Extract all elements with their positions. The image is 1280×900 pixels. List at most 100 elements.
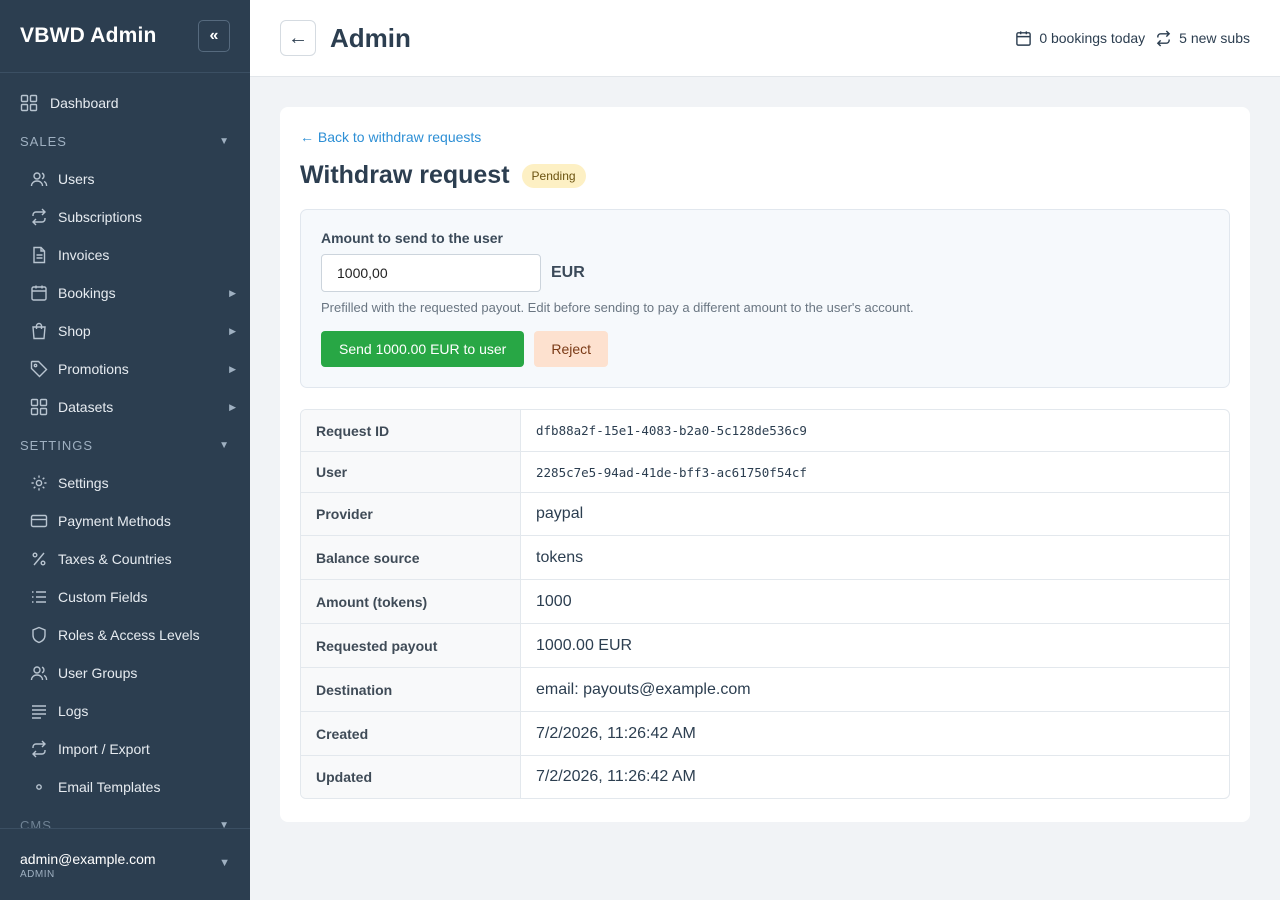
sidebar-item-label: Bookings [58, 285, 116, 301]
section-settings[interactable]: SETTINGS ▼ [0, 426, 250, 464]
sidebar: VBWD Admin « Dashboard SALES ▼ Users Sub… [0, 0, 250, 900]
grid-icon [30, 398, 48, 416]
users-icon [30, 664, 48, 682]
table-row: Amount (tokens) 1000 [301, 579, 1229, 623]
repeat-icon [30, 208, 48, 226]
table-row: Updated 7/2/2026, 11:26:42 AM [301, 755, 1229, 798]
grid-icon [20, 94, 38, 112]
sidebar-item-subscriptions[interactable]: Subscriptions [0, 198, 250, 236]
section-sales[interactable]: SALES ▼ [0, 122, 250, 160]
section-cms[interactable]: CMS ▼ [0, 806, 250, 829]
user-menu[interactable]: admin@example.com ADMIN ▼ [0, 828, 250, 900]
sidebar-item-import-export[interactable]: Import / Export [0, 730, 250, 768]
sidebar-nav: Dashboard SALES ▼ Users Subscriptions In… [0, 73, 250, 828]
table-row: Balance source tokens [301, 535, 1229, 579]
detail-value: 7/2/2026, 11:26:42 AM [536, 768, 696, 785]
payout-panel: Amount to send to the user EUR Prefilled… [300, 209, 1230, 388]
sidebar-item-label: Datasets [58, 399, 114, 415]
sidebar-item-label: Logs [58, 703, 89, 719]
triangle-right-icon: ▶ [229, 287, 236, 298]
double-chevron-left-icon: « [209, 27, 219, 44]
sidebar-item-payment-methods[interactable]: Payment Methods [0, 502, 250, 540]
sidebar-item-label: Custom Fields [58, 589, 148, 605]
sidebar-item-label: Users [58, 171, 95, 187]
detail-key: User [301, 452, 521, 492]
collapse-sidebar-button[interactable]: « [198, 20, 230, 52]
detail-key: Destination [301, 668, 521, 711]
sidebar-item-invoices[interactable]: Invoices [0, 236, 250, 274]
back-button[interactable]: ← [280, 20, 316, 56]
sidebar-item-logs[interactable]: Logs [0, 692, 250, 730]
triangle-down-icon: ▼ [219, 439, 230, 451]
sidebar-item-label: Settings [58, 475, 109, 491]
amount-row: EUR [321, 254, 1209, 292]
users-icon [30, 170, 48, 188]
amount-label: Amount to send to the user [321, 230, 503, 246]
triangle-down-icon: ▼ [219, 819, 230, 829]
sidebar-item-label: Import / Export [58, 741, 150, 757]
action-buttons: Send 1000.00 EUR to user Reject [321, 331, 1209, 367]
table-row: User 2285c7e5-94ad-41de-bff3-ac61750f54c… [301, 451, 1229, 492]
reject-button[interactable]: Reject [534, 331, 609, 367]
dot-icon [30, 778, 48, 796]
triangle-right-icon: ▶ [229, 363, 236, 374]
send-payout-button[interactable]: Send 1000.00 EUR to user [321, 331, 525, 367]
detail-value: 1000 [536, 592, 572, 610]
back-to-withdraw-requests-link[interactable]: ← Back to withdraw requests [300, 129, 481, 145]
detail-key: Balance source [301, 536, 521, 579]
triangle-down-icon: ▼ [219, 135, 230, 147]
bag-icon [30, 322, 48, 340]
credit-card-icon [30, 512, 48, 530]
new-subs-stat[interactable]: 5 new subs [1155, 29, 1250, 47]
bookings-today-stat[interactable]: 0 bookings today [1015, 30, 1145, 47]
section-title: CMS [20, 817, 52, 829]
top-header: ← Admin 0 bookings today 5 new subs [250, 0, 1280, 77]
sidebar-item-email-templates[interactable]: Email Templates [0, 768, 250, 806]
new-subs-label: 5 new subs [1179, 30, 1250, 46]
title-row: Withdraw request Pending [300, 161, 1230, 190]
percent-icon [30, 550, 48, 568]
triangle-down-icon: ▼ [219, 857, 230, 869]
sidebar-item-roles-access[interactable]: Roles & Access Levels [0, 616, 250, 654]
list-icon [30, 588, 48, 606]
calendar-icon [30, 284, 48, 302]
brand-logo[interactable]: VBWD Admin [20, 24, 157, 48]
sidebar-item-label: Payment Methods [58, 513, 171, 529]
sidebar-item-users[interactable]: Users [0, 160, 250, 198]
detail-key: Updated [301, 756, 521, 798]
status-badge: Pending [521, 163, 586, 188]
user-email: admin@example.com [20, 851, 156, 867]
detail-key: Provider [301, 493, 521, 535]
sidebar-item-datasets[interactable]: Datasets ▶ [0, 388, 250, 426]
sidebar-item-promotions[interactable]: Promotions ▶ [0, 350, 250, 388]
detail-value: 7/2/2026, 11:26:42 AM [536, 724, 696, 742]
sidebar-item-label: Dashboard [50, 95, 119, 111]
withdraw-request-title: Withdraw request [300, 161, 510, 189]
withdraw-request-card: ← Back to withdraw requests Withdraw req… [280, 107, 1250, 822]
sidebar-item-custom-fields[interactable]: Custom Fields [0, 578, 250, 616]
user-role: ADMIN [20, 869, 55, 880]
document-icon [30, 246, 48, 264]
tag-icon [30, 360, 48, 378]
sidebar-item-bookings[interactable]: Bookings ▶ [0, 274, 250, 312]
detail-value: email: payouts@example.com [536, 680, 751, 698]
sidebar-item-dashboard[interactable]: Dashboard [0, 84, 250, 122]
table-row: Created 7/2/2026, 11:26:42 AM [301, 711, 1229, 755]
sidebar-item-shop[interactable]: Shop ▶ [0, 312, 250, 350]
calendar-icon [1016, 30, 1032, 46]
sidebar-item-label: Shop [58, 323, 91, 339]
shield-icon [30, 626, 48, 644]
details-table: Request ID dfb88a2f-15e1-4083-b2a0-5c128… [300, 409, 1230, 799]
sidebar-item-settings[interactable]: Settings [0, 464, 250, 502]
table-row: Provider paypal [301, 492, 1229, 535]
triangle-right-icon: ▶ [229, 401, 236, 412]
lines-icon [30, 702, 48, 720]
amount-input[interactable] [321, 254, 541, 292]
sidebar-item-taxes-countries[interactable]: Taxes & Countries [0, 540, 250, 578]
header-stats: 0 bookings today 5 new subs [1015, 29, 1250, 47]
detail-value: 1000.00 EUR [536, 636, 633, 654]
user-info: admin@example.com ADMIN [20, 851, 156, 900]
sidebar-item-label: Taxes & Countries [58, 551, 172, 567]
sidebar-item-user-groups[interactable]: User Groups [0, 654, 250, 692]
sidebar-item-label: Promotions [58, 361, 129, 377]
